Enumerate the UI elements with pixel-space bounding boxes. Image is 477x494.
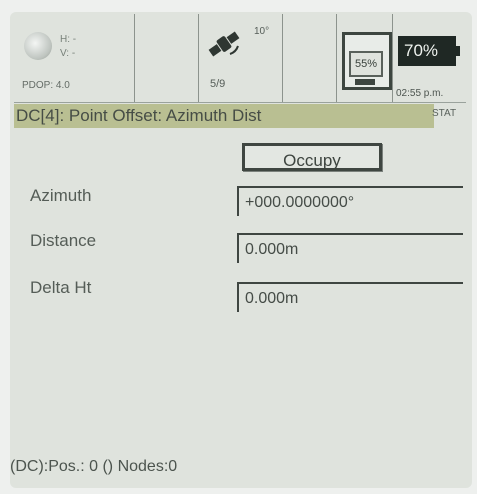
memory-card-icon: 55%	[342, 32, 392, 90]
elevation-mask: 10°	[254, 26, 270, 37]
distance-field[interactable]: 0.000m	[237, 233, 463, 263]
satellite-icon	[208, 31, 240, 57]
clock: 02:55 p.m.	[396, 88, 444, 99]
distance-label: Distance	[30, 231, 97, 250]
gps-fix-icon	[24, 32, 52, 60]
battery-status-cell[interactable]: 70% 02:55 p.m.	[392, 14, 466, 102]
satellite-count: 5/9	[210, 78, 226, 90]
battery-icon	[456, 46, 460, 56]
v-precision: V: -	[60, 48, 76, 59]
satellite-status-cell[interactable]: 10° 5/9	[198, 14, 283, 102]
status-cell-blank-2	[282, 14, 337, 102]
azimuth-field[interactable]: +000.0000000°	[237, 186, 463, 216]
pdop-value: PDOP: 4.0	[22, 80, 70, 91]
position-status-cell[interactable]: H: - V: - PDOP: 4.0	[14, 14, 135, 102]
status-footer: (DC):Pos.: 0 () Nodes:0	[10, 458, 178, 475]
delta-ht-field[interactable]: 0.000m	[237, 282, 463, 312]
delta-ht-label: Delta Ht	[30, 278, 92, 297]
device-frame: H: - V: - PDOP: 4.0 10° 5/9 55% 70% 02:5…	[0, 0, 477, 494]
page-title: DC[4]: Point Offset: Azimuth Dist	[14, 104, 434, 128]
h-precision: H: -	[60, 34, 77, 45]
battery-level: 70%	[398, 36, 456, 66]
stat-label[interactable]: STAT	[432, 108, 456, 119]
azimuth-label: Azimuth	[30, 186, 92, 205]
status-bar: H: - V: - PDOP: 4.0 10° 5/9 55% 70% 02:5…	[14, 14, 466, 103]
storage-status-cell[interactable]: 55%	[336, 14, 393, 102]
status-cell-blank	[134, 14, 199, 102]
storage-percent: 55%	[349, 51, 383, 77]
occupy-button[interactable]: Occupy	[242, 143, 382, 171]
